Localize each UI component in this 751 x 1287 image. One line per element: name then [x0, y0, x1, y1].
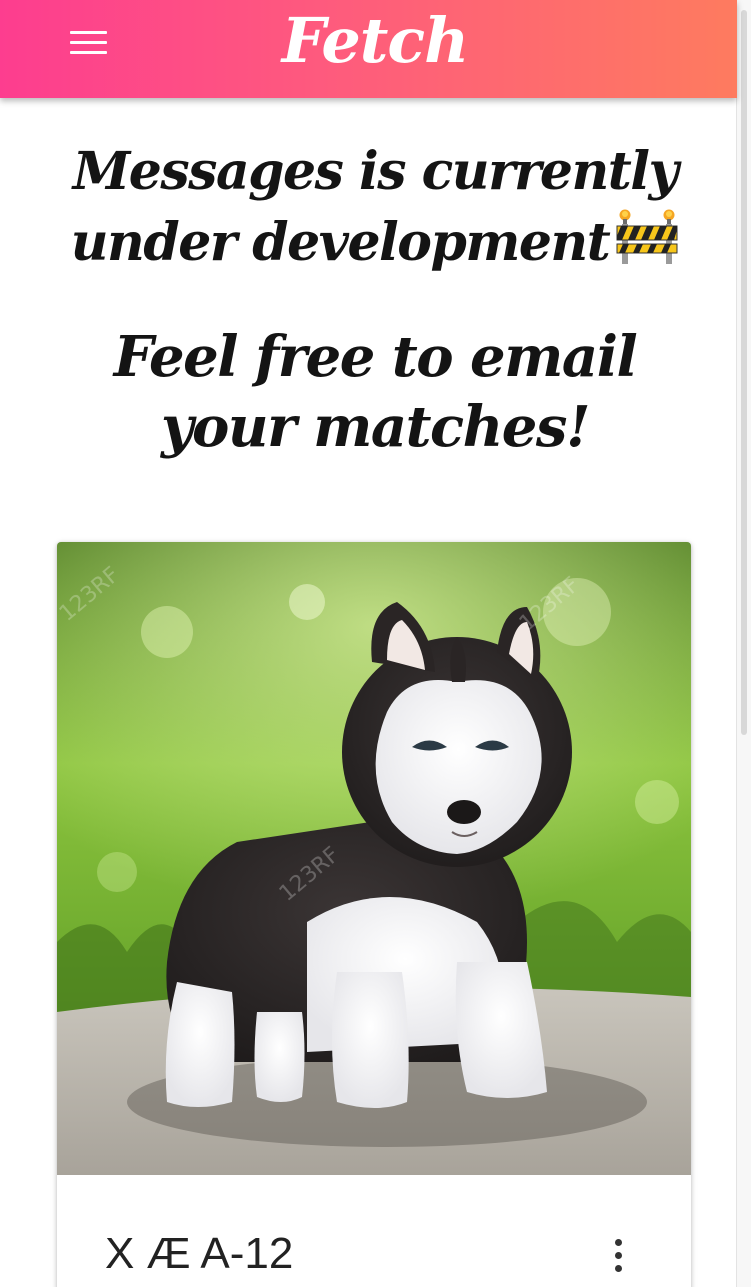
- husky-puppy-image: 123RF 123RF 123RF: [57, 542, 691, 1175]
- construction-barrier-icon: [616, 209, 678, 264]
- email-matches-heading: Feel free to email your matches!: [113, 324, 638, 460]
- under-development-heading: Messages is currently under development: [40, 138, 710, 277]
- dog-photo[interactable]: 123RF 123RF 123RF: [57, 542, 691, 1175]
- dog-name: X Æ A-12: [105, 1229, 294, 1278]
- more-vertical-icon[interactable]: [603, 1231, 635, 1279]
- app-root: Fetch Messages is currently under develo…: [0, 0, 751, 1287]
- scrollbar-thumb[interactable]: [741, 10, 747, 735]
- match-card[interactable]: 123RF 123RF 123RF X Æ A-12: [57, 542, 691, 1287]
- brand-logo[interactable]: Fetch: [230, 2, 520, 80]
- app-header: Fetch: [0, 0, 737, 98]
- match-card-footer: X Æ A-12: [57, 1175, 691, 1287]
- page-scrollbar[interactable]: [736, 0, 751, 1287]
- heading-line-1: Messages is currently under development: [70, 141, 679, 273]
- hamburger-menu-icon[interactable]: [64, 24, 114, 64]
